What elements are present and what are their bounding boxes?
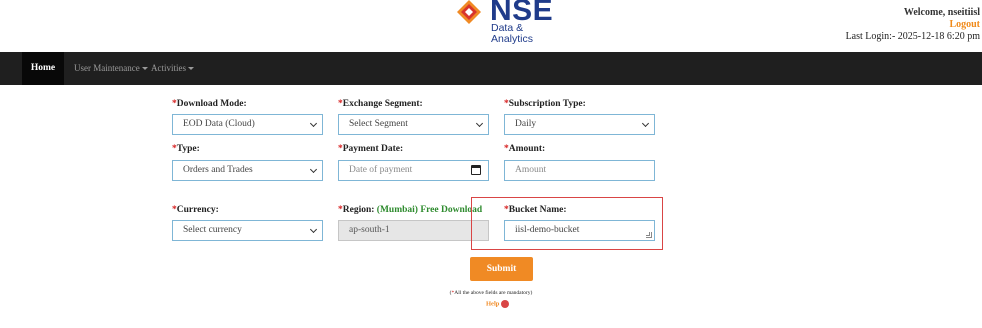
subscription-type-select[interactable]: Daily xyxy=(504,114,655,135)
subscription-type-label: *Subscription Type: xyxy=(504,99,586,109)
logo-subtitle: Data & Analytics xyxy=(491,23,533,45)
chevron-down-icon xyxy=(309,165,318,174)
download-mode-label: *Download Mode: xyxy=(172,99,247,109)
nav-activities-label: Activities xyxy=(151,63,186,73)
chevron-down-icon xyxy=(641,119,650,128)
payment-date-input[interactable]: Date of payment xyxy=(338,160,489,181)
user-info: Welcome, nseitiisl Logout Last Login:- 2… xyxy=(846,7,980,43)
logo-sub-line2: Analytics xyxy=(491,33,534,45)
amount-input[interactable]: Amount xyxy=(504,160,655,181)
note-text: All the above fields are mandatory) xyxy=(454,290,533,296)
currency-value: Select currency xyxy=(183,225,242,235)
nav-home[interactable]: Home xyxy=(22,52,64,85)
region-label: *Region: (Mumbai) Free Download xyxy=(338,205,482,215)
top-navbar: Home User Maintenance Activities xyxy=(0,52,982,85)
caret-down-icon xyxy=(141,67,148,71)
logout-link[interactable]: Logout xyxy=(846,19,980,31)
exchange-segment-label: *Exchange Segment: xyxy=(338,99,423,109)
last-login-text: Last Login:- 2025-12-18 6:20 pm xyxy=(845,31,980,42)
region-label-note: (Mumbai) Free Download xyxy=(376,205,483,215)
payment-date-label: *Payment Date: xyxy=(338,144,403,154)
download-mode-label-text: Download Mode: xyxy=(176,99,247,109)
chevron-down-icon xyxy=(475,119,484,128)
download-mode-select[interactable]: EOD Data (Cloud) xyxy=(172,114,323,135)
region-value: ap-south-1 xyxy=(349,225,390,235)
help-label: Help xyxy=(486,300,500,308)
payment-date-label-text: Payment Date: xyxy=(342,144,404,154)
bucket-name-textarea[interactable]: iisl-demo-bucket xyxy=(504,220,655,241)
chevron-down-icon xyxy=(309,225,318,234)
type-label: *Type: xyxy=(172,144,200,154)
type-label-text: Type: xyxy=(176,144,200,154)
calendar-icon[interactable] xyxy=(471,165,481,175)
exchange-segment-select[interactable]: Select Segment xyxy=(338,114,489,135)
welcome-text: Welcome, nseitiisl xyxy=(903,7,980,18)
nav-activities[interactable]: Activities xyxy=(151,52,194,85)
bucket-name-label: *Bucket Name: xyxy=(504,205,567,215)
currency-label-text: Currency: xyxy=(176,205,219,215)
submit-button[interactable]: Submit xyxy=(470,257,533,281)
payment-date-placeholder: Date of payment xyxy=(349,165,413,175)
subscription-type-value: Daily xyxy=(515,119,537,129)
currency-select[interactable]: Select currency xyxy=(172,220,323,241)
exchange-segment-label-text: Exchange Segment: xyxy=(342,99,423,109)
help-link[interactable]: Help xyxy=(486,300,510,308)
caret-down-icon xyxy=(188,67,194,71)
nse-logo-mark-icon xyxy=(457,0,481,24)
subscription-type-label-text: Subscription Type: xyxy=(508,99,586,109)
chevron-down-icon xyxy=(309,119,318,128)
amount-placeholder: Amount xyxy=(515,165,547,175)
type-select[interactable]: Orders and Trades xyxy=(172,160,323,181)
help-icon xyxy=(501,300,510,308)
nav-user-maintenance[interactable]: User Maintenance xyxy=(74,52,148,85)
resize-handle-icon[interactable] xyxy=(646,232,652,238)
type-value: Orders and Trades xyxy=(183,165,253,175)
bucket-name-label-text: Bucket Name: xyxy=(508,205,567,215)
nav-user-maintenance-label: User Maintenance xyxy=(74,63,140,73)
amount-label: *Amount: xyxy=(504,144,545,154)
amount-label-text: Amount: xyxy=(508,144,546,154)
bucket-name-value: iisl-demo-bucket xyxy=(515,225,580,235)
currency-label: *Currency: xyxy=(172,205,219,215)
region-input: ap-south-1 xyxy=(338,220,489,241)
nse-logo: NSE Data & Analytics xyxy=(450,0,553,48)
mandatory-note: (*All the above fields are mandatory) xyxy=(0,290,982,296)
region-label-text: Region: xyxy=(342,205,375,215)
exchange-segment-value: Select Segment xyxy=(349,119,408,129)
download-mode-value: EOD Data (Cloud) xyxy=(183,119,255,129)
